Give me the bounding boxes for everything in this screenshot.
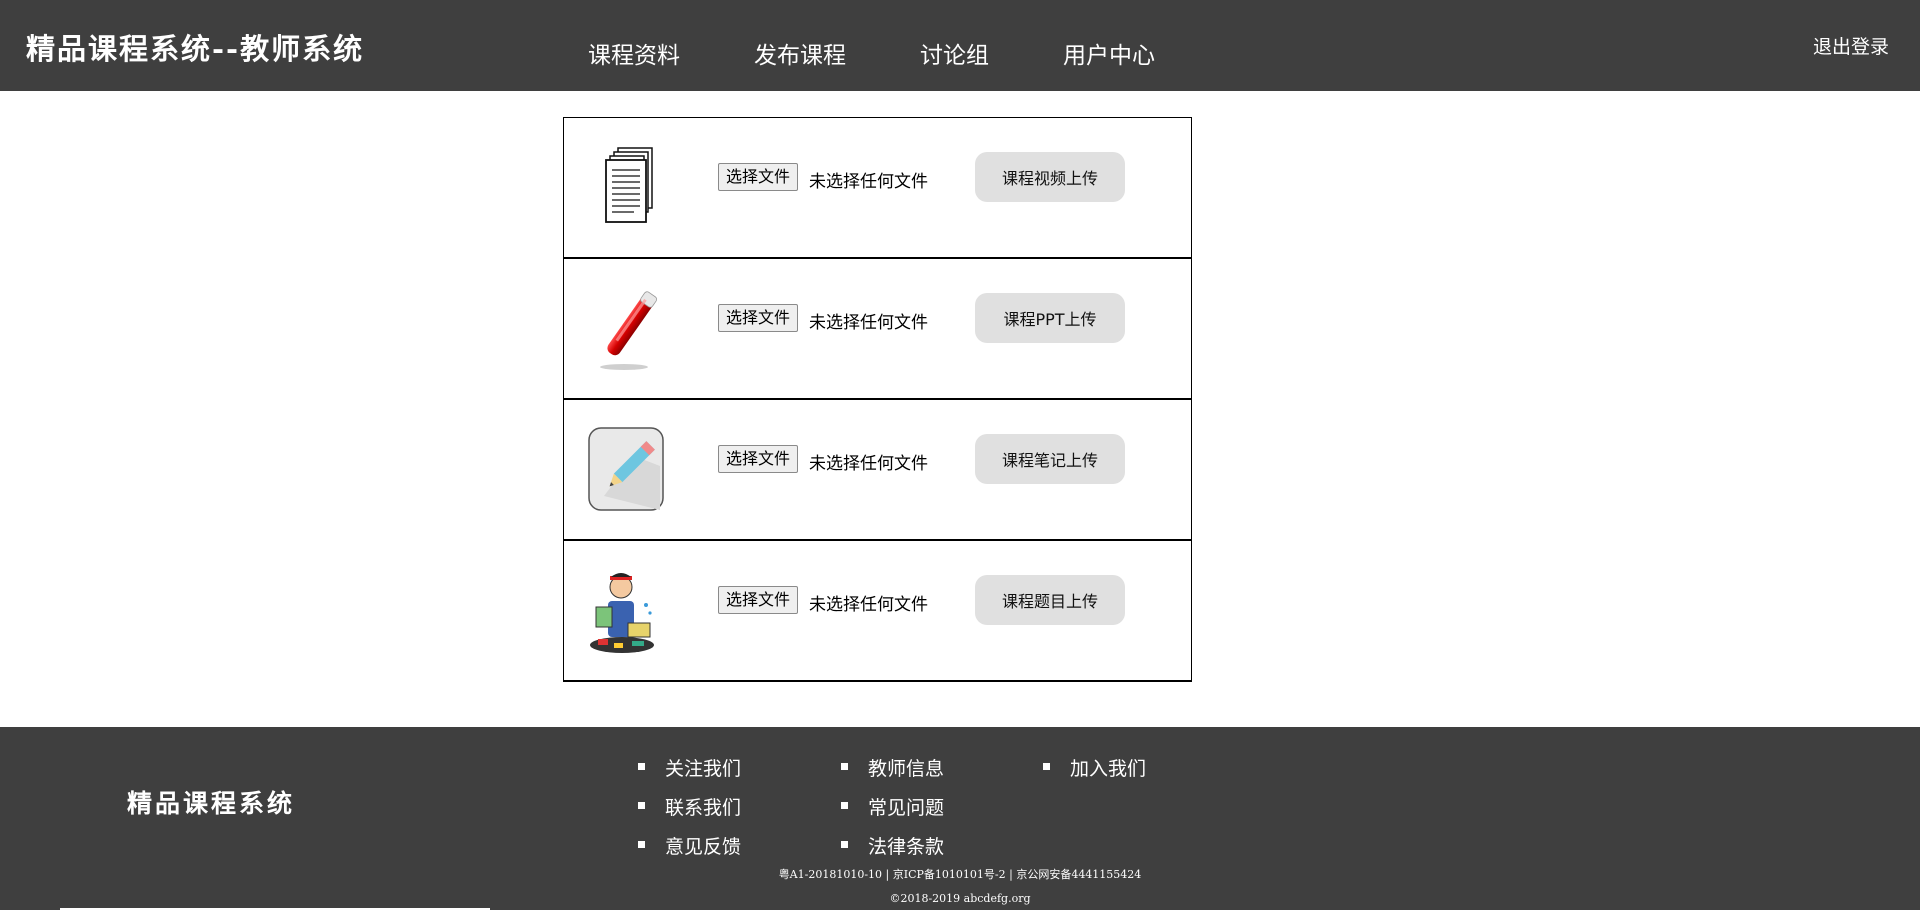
file-status-text: 未选择任何文件	[809, 313, 928, 333]
file-status-text: 未选择任何文件	[809, 172, 928, 192]
choose-file-button[interactable]: 选择文件	[718, 586, 799, 614]
site-title: 精品课程系统--教师系统	[26, 32, 365, 66]
nav-user-center[interactable]: 用户中心	[1063, 36, 1155, 70]
footer-license-text: 粤A1-20181010-10 | 京ICP备1010101号-2 | 京公网安…	[778, 868, 1142, 881]
upload-notes-button[interactable]: 课程笔记上传	[975, 434, 1125, 484]
upload-ppt-button[interactable]: 课程PPT上传	[975, 293, 1125, 343]
top-header: 精品课程系统--教师系统 课程资料 发布课程 讨论组 用户中心 退出登录	[0, 0, 1920, 91]
logout-link[interactable]: 退出登录	[1813, 32, 1889, 59]
upload-panel: 选择文件 未选择任何文件 课程视频上传 选择文件 未选择任何文件 课程PPT上传	[563, 117, 1192, 682]
upload-video-button[interactable]: 课程视频上传	[975, 152, 1125, 202]
footer-link-faq[interactable]: 常见问题	[841, 793, 944, 832]
footer-col-3: 加入我们	[1043, 754, 1146, 793]
page-footer: 精品课程系统 关注我们 联系我们 意见反馈 教师信息 常见问题 法律条款 加入我…	[0, 727, 1920, 910]
main-nav: 课程资料 发布课程 讨论组 用户中心	[588, 36, 1229, 70]
red-pen-icon	[600, 291, 658, 370]
choose-file-button[interactable]: 选择文件	[718, 163, 799, 191]
file-status-text: 未选择任何文件	[809, 454, 928, 474]
footer-link-teacher-info[interactable]: 教师信息	[841, 754, 944, 793]
upload-row-questions: 选择文件 未选择任何文件 课程题目上传	[564, 541, 1191, 682]
nav-discussion-group[interactable]: 讨论组	[920, 36, 989, 70]
file-status-text: 未选择任何文件	[809, 595, 928, 615]
documents-icon	[605, 147, 653, 223]
choose-file-button[interactable]: 选择文件	[718, 304, 799, 332]
nav-course-materials[interactable]: 课程资料	[588, 36, 680, 70]
choose-file-button[interactable]: 选择文件	[718, 445, 799, 473]
footer-brand: 精品课程系统	[127, 789, 296, 818]
notepad-pencil-icon	[588, 427, 664, 511]
footer-link-join-us[interactable]: 加入我们	[1043, 754, 1146, 793]
footer-link-contact-us[interactable]: 联系我们	[638, 793, 741, 832]
footer-link-follow-us[interactable]: 关注我们	[638, 754, 741, 793]
footer-col-1: 关注我们 联系我们 意见反馈	[638, 754, 741, 871]
upload-row-notes: 选择文件 未选择任何文件 课程笔记上传	[564, 400, 1191, 541]
upload-questions-button[interactable]: 课程题目上传	[975, 575, 1125, 625]
nav-publish-course[interactable]: 发布课程	[754, 36, 846, 70]
footer-copyright: ©2018-2019 abcdefg.org	[889, 892, 1031, 905]
upload-row-ppt: 选择文件 未选择任何文件 课程PPT上传	[564, 259, 1191, 400]
upload-row-video: 选择文件 未选择任何文件 课程视频上传	[564, 118, 1191, 259]
stressed-student-icon	[590, 573, 654, 653]
footer-col-2: 教师信息 常见问题 法律条款	[841, 754, 944, 871]
